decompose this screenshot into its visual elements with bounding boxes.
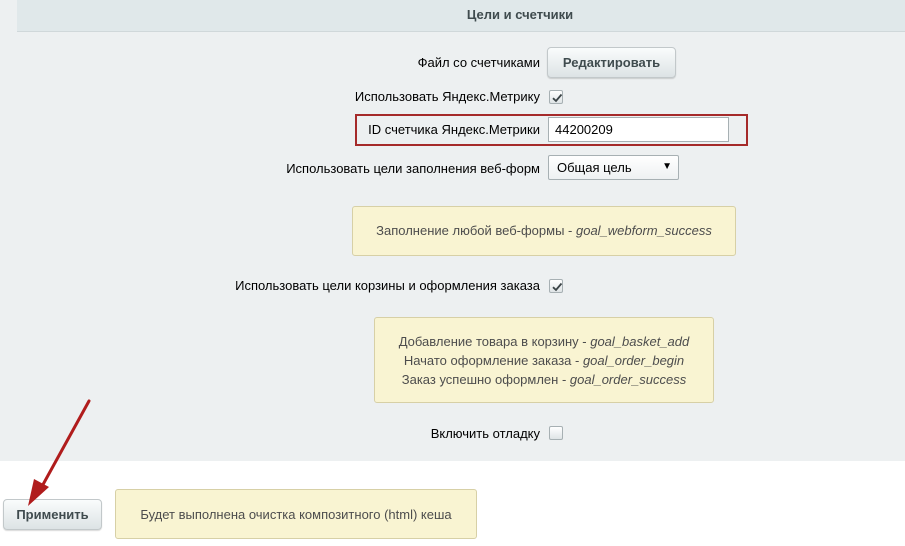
annotation-arrow-icon [28, 399, 91, 506]
